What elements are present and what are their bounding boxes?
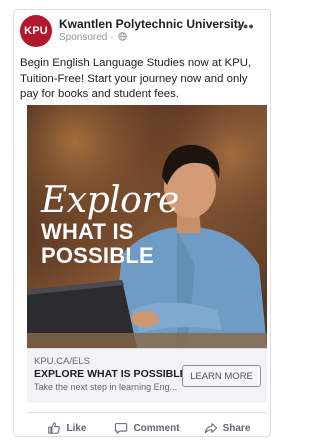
sponsored-label[interactable]: Sponsored [59,32,107,43]
link-domain: KPU.CA/ELS [34,356,90,367]
page-name[interactable]: Kwantlen Polytechnic University [59,17,244,31]
like-label: Like [66,422,87,434]
link-title: EXPLORE WHAT IS POSSIBLE [34,368,187,380]
avatar[interactable]: KPU [20,15,52,47]
image-headline: Explore WHAT IS POSSIBLE [41,183,179,267]
separator: · [107,32,117,43]
action-bar: Like Comment Share [27,417,267,439]
link-preview[interactable]: KPU.CA/ELS EXPLORE WHAT IS POSSIBLE Take… [27,348,267,403]
share-label: Share [222,422,251,434]
like-button[interactable]: Like [27,417,107,439]
share-button[interactable]: Share [187,417,267,439]
image-line-2: WHAT IS [41,219,134,244]
image-script-word: Explore [41,180,179,221]
avatar-text: KPU [24,25,48,37]
thumbs-up-icon [48,422,61,434]
link-description: Take the next step in learning Eng... [34,382,178,392]
comment-icon [115,423,128,434]
share-icon [204,423,217,434]
sponsored-line: Sponsored · [59,32,127,43]
post-primary-text: Begin English Language Studies now at KP… [20,57,252,100]
ad-image[interactable]: Explore WHAT IS POSSIBLE [27,105,267,348]
learn-more-button[interactable]: LEARN MORE [182,365,261,387]
globe-icon [118,32,127,41]
post-header: KPU Kwantlen Polytechnic University Spon… [20,13,258,49]
image-line-3: POSSIBLE [41,243,154,268]
comment-label: Comment [133,422,180,434]
more-icon[interactable]: ••• [238,19,254,33]
divider [27,412,267,413]
comment-button[interactable]: Comment [107,417,187,439]
